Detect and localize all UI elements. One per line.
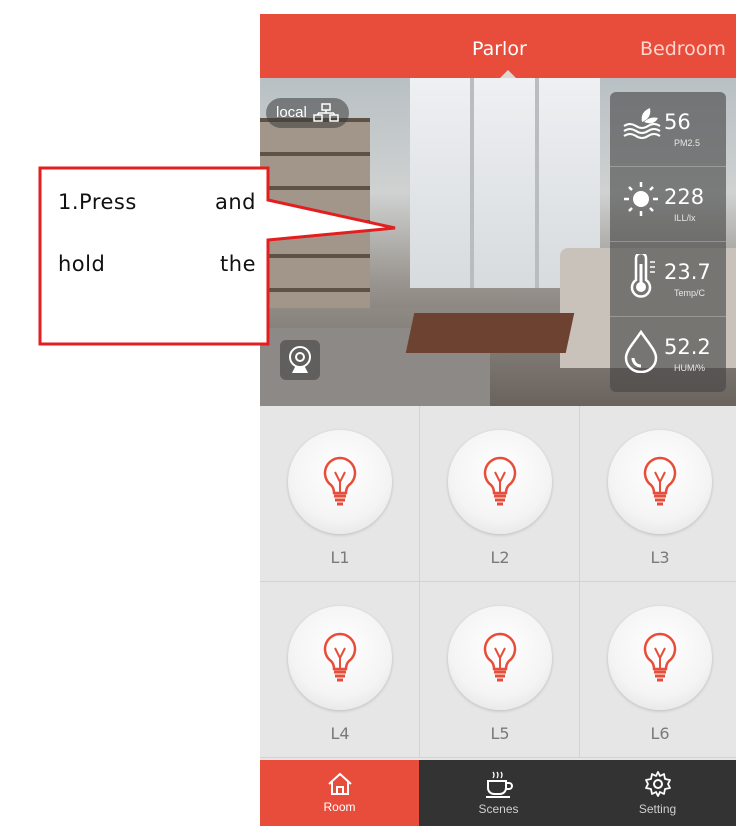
sun-icon (624, 182, 658, 216)
light-tile-l1[interactable]: L1 (260, 406, 420, 582)
sensor-illuminance[interactable]: 228 ILL/lx (610, 167, 726, 242)
nav-setting[interactable]: Setting (578, 760, 736, 826)
photo-bookshelf (260, 118, 370, 318)
light-toggle-l4[interactable] (288, 606, 392, 710)
callout-word: the (220, 252, 256, 276)
pm25-unit: PM2.5 (674, 138, 701, 148)
light-toggle-l3[interactable] (608, 430, 712, 534)
light-toggle-l6[interactable] (608, 606, 712, 710)
light-label-l4: L4 (330, 724, 350, 743)
nav-room-label: Room (323, 800, 356, 814)
room-tab-bar: Parlor Bedroom (260, 14, 736, 78)
nav-scenes-label: Scenes (478, 802, 519, 816)
temperature-value: 23.7 (664, 260, 711, 284)
light-grid: L1 L2 L3 L4 L5 L6 (260, 406, 736, 760)
phone-screen: Parlor Bedroom local 56 PM2.5 228 ILL/lx… (260, 14, 736, 826)
bulb-icon (643, 632, 677, 682)
pm25-value: 56 (664, 110, 691, 134)
callout-word: hold (58, 252, 106, 276)
light-tile-l2[interactable]: L2 (420, 406, 580, 582)
active-tab-indicator (500, 70, 516, 78)
light-tile-l6[interactable]: L6 (580, 582, 736, 758)
humidity-value: 52.2 (664, 335, 711, 359)
humidity-icon (624, 329, 658, 373)
sensor-humidity[interactable]: 52.2 HUM/% (610, 317, 726, 392)
light-toggle-l5[interactable] (448, 606, 552, 710)
thermometer-icon (630, 254, 655, 298)
tab-bedroom[interactable]: Bedroom (640, 38, 726, 60)
humidity-unit: HUM/% (674, 363, 705, 373)
nav-setting-label: Setting (638, 802, 677, 816)
gear-icon (644, 771, 671, 797)
bulb-icon (323, 456, 357, 506)
annotation-callout: 1.Press and hold the (40, 168, 268, 344)
light-tile-l4[interactable]: L4 (260, 582, 420, 758)
sensor-panel: 56 PM2.5 228 ILL/lx 23.7 Temp/C 52.2 HUM… (610, 92, 726, 392)
room-photo: local 56 PM2.5 228 ILL/lx 23.7 Temp/C 52… (260, 78, 736, 406)
callout-line-2: hold the (58, 252, 256, 314)
bulb-icon (323, 632, 357, 682)
sensor-temperature[interactable]: 23.7 Temp/C (610, 242, 726, 317)
webcam-icon (289, 346, 311, 373)
light-toggle-l1[interactable] (288, 430, 392, 534)
callout-line-1: 1.Press and (58, 190, 256, 252)
connection-mode-label: local (276, 104, 307, 121)
light-label-l5: L5 (490, 724, 510, 743)
bulb-icon (483, 456, 517, 506)
nav-scenes[interactable]: Scenes (419, 760, 578, 826)
light-label-l1: L1 (330, 548, 350, 567)
light-toggle-l2[interactable] (448, 430, 552, 534)
coffee-cup-icon (485, 771, 513, 798)
light-tile-l3[interactable]: L3 (580, 406, 736, 582)
sensor-pm25[interactable]: 56 PM2.5 (610, 92, 726, 167)
bulb-icon (643, 456, 677, 506)
photo-coffee-table (405, 313, 575, 353)
nav-room[interactable]: Room (260, 760, 419, 826)
camera-button[interactable] (280, 340, 320, 380)
callout-word: 1.Press (58, 190, 137, 214)
network-icon (313, 103, 339, 122)
tab-parlor[interactable]: Parlor (472, 38, 527, 60)
light-tile-l5[interactable]: L5 (420, 582, 580, 758)
light-label-l2: L2 (490, 548, 510, 567)
callout-word: and (214, 190, 256, 214)
temperature-unit: Temp/C (674, 288, 706, 298)
illuminance-value: 228 (664, 185, 705, 209)
bottom-nav: Room Scenes Setting (260, 760, 736, 826)
light-label-l6: L6 (650, 724, 670, 743)
pm25-icon (623, 108, 661, 139)
bulb-icon (483, 632, 517, 682)
light-label-l3: L3 (650, 548, 670, 567)
illuminance-unit: ILL/lx (674, 213, 696, 223)
connection-mode-button[interactable]: local (266, 98, 349, 128)
home-icon (327, 772, 352, 795)
